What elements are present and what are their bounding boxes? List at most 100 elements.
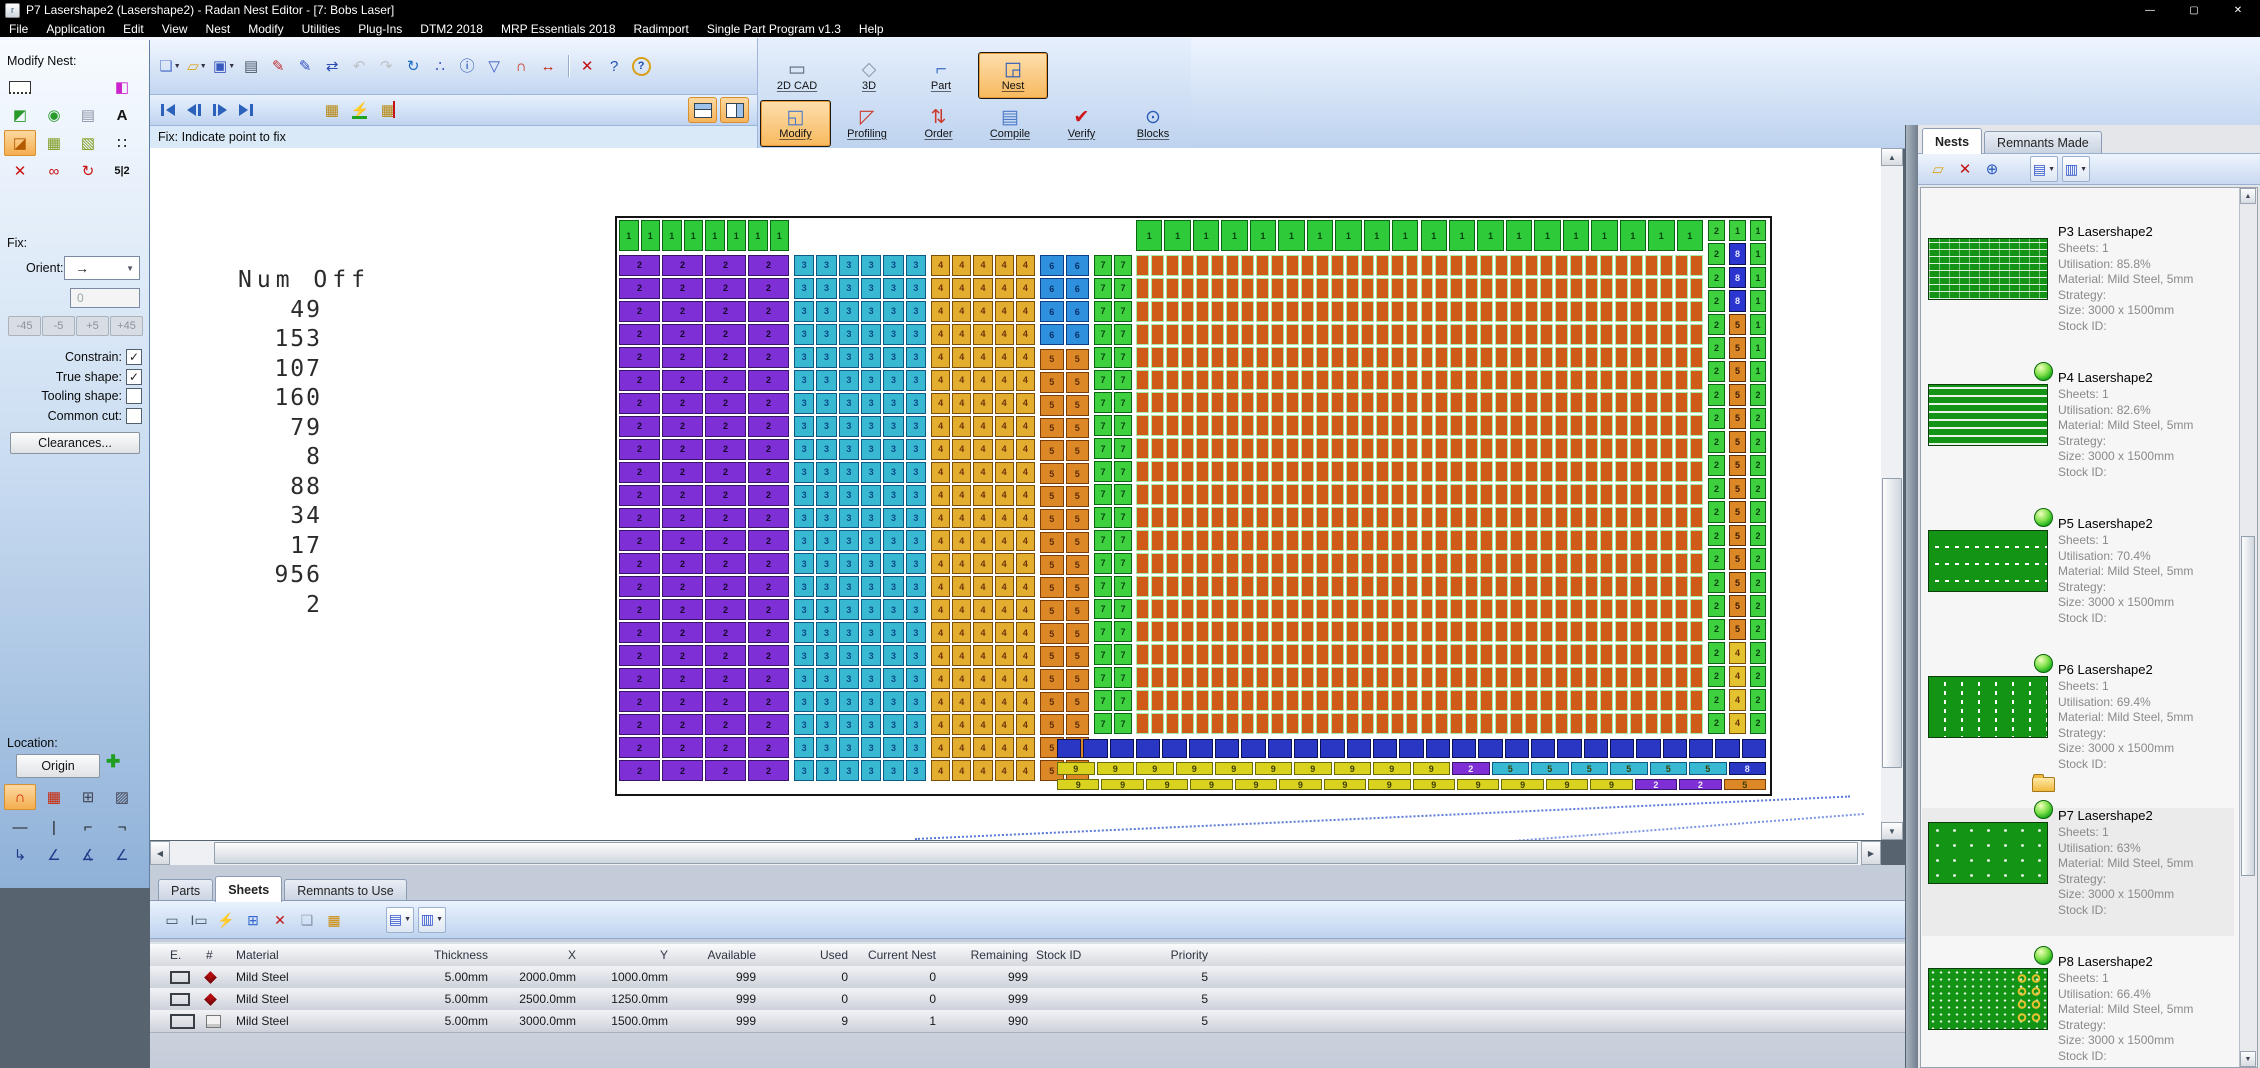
nest-part[interactable] [1256,530,1269,551]
nest-part[interactable] [1585,644,1598,665]
nest-part[interactable]: 4 [973,668,992,689]
nest-part[interactable]: 4 [952,737,971,758]
nest-part[interactable]: 7 [1114,690,1132,711]
nest-part[interactable]: 1 [1221,220,1247,251]
nest-part[interactable] [1406,507,1419,528]
nest-part[interactable] [1555,347,1568,368]
nest-part[interactable] [1450,415,1463,436]
nest-part[interactable] [1570,301,1583,322]
nest-part[interactable] [1495,347,1508,368]
nest-part[interactable]: 2 [619,714,660,735]
nest-part[interactable] [1450,438,1463,459]
nest-part[interactable] [1346,553,1359,574]
nest-part[interactable]: 4 [931,737,950,758]
nest-part[interactable] [1600,438,1613,459]
nest-part[interactable]: 5 [1040,714,1064,735]
nest-part[interactable] [1256,301,1269,322]
nest-part[interactable] [1346,301,1359,322]
nest-part[interactable]: 4 [931,416,950,437]
nest-part[interactable] [1286,667,1299,688]
nests-scroll-thumb[interactable] [2241,536,2255,876]
nest-part[interactable]: 4 [1016,485,1035,506]
select-region-tool[interactable] [4,74,36,100]
nest-part[interactable] [1435,690,1448,711]
delete-sheet-button[interactable]: ✕ [268,907,292,933]
nest-part[interactable] [1196,576,1209,597]
nest-part[interactable]: 9 [1501,779,1543,790]
nest-part[interactable] [1435,576,1448,597]
nest-part[interactable] [1391,370,1404,391]
nest-part[interactable] [1465,301,1478,322]
nest-part[interactable] [1346,507,1359,528]
nest-entry-p8-lasershape2[interactable]: P8 Lasershape2Sheets: 1Utilisation: 66.4… [1922,954,2234,1068]
nest-part[interactable]: 3 [861,278,881,299]
nest-part[interactable] [1301,690,1314,711]
nest-part[interactable]: 3 [883,576,903,597]
nest-part[interactable] [1645,324,1658,345]
nest-part[interactable] [1406,530,1419,551]
nest-part[interactable]: 4 [1016,324,1035,345]
nest-part[interactable] [1271,530,1284,551]
nest-part[interactable] [1480,667,1493,688]
nest-part[interactable] [1600,599,1613,620]
nest-part[interactable]: 1 [1534,220,1560,251]
nest-part[interactable] [1271,301,1284,322]
nest-part[interactable]: 3 [794,508,814,529]
nest-part[interactable] [1406,484,1419,505]
nest-part[interactable]: 1 [1164,220,1190,251]
snap-magnet-icon[interactable]: ∩ [509,53,533,79]
nest-part[interactable] [1421,370,1434,391]
nest-part[interactable] [1136,484,1149,505]
nest-part[interactable] [1301,599,1314,620]
nest-part[interactable] [1376,301,1389,322]
nest-part[interactable] [1510,690,1523,711]
nest-part[interactable] [1346,255,1359,276]
nest-part[interactable]: 2 [619,645,660,666]
nest-part[interactable]: 4 [1016,347,1035,368]
nest-part[interactable]: 4 [952,301,971,322]
copy-part-tool-icon[interactable]: ◉ [38,102,70,128]
nest-part[interactable] [1480,415,1493,436]
nest-part[interactable] [1585,621,1598,642]
nest-part[interactable]: 7 [1094,370,1112,391]
nest-part[interactable] [1450,507,1463,528]
nest-part[interactable]: 2 [662,393,703,414]
nest-part[interactable] [1331,301,1344,322]
nest-part[interactable]: 3 [816,760,836,781]
nest-part[interactable] [1510,324,1523,345]
nest-part[interactable]: 5 [1040,509,1064,530]
nest-part[interactable] [1495,415,1508,436]
tab-remnants-to-use[interactable]: Remnants to Use [284,879,407,902]
nest-part[interactable]: 7 [1114,392,1132,413]
nest-part[interactable] [1271,690,1284,711]
nest-part[interactable]: 5 [1729,361,1746,382]
nest-part[interactable] [1391,461,1404,482]
nest-part[interactable] [1376,461,1389,482]
nest-part[interactable] [1406,370,1419,391]
nest-thumbnail[interactable] [1928,530,2048,592]
view-thumbnails-button[interactable]: ▤▼ [386,907,414,933]
nest-part[interactable] [1151,667,1164,688]
nest-part[interactable] [1226,392,1239,413]
nest-part[interactable]: 3 [794,599,814,620]
nest-part[interactable] [1540,644,1553,665]
nest-part[interactable] [1166,415,1179,436]
nest-part[interactable]: 4 [1016,760,1035,781]
nest-part[interactable]: 2 [1452,762,1490,775]
first-nest-button[interactable] [156,99,180,121]
nest-part[interactable]: 4 [952,760,971,781]
nest-part[interactable] [1742,739,1766,758]
nest-part[interactable] [1600,415,1613,436]
nest-part[interactable] [1181,621,1194,642]
nest-part[interactable] [1166,667,1179,688]
nest-part[interactable] [1256,324,1269,345]
nest-part[interactable]: 3 [816,462,836,483]
nest-part[interactable]: 3 [906,301,926,322]
nest-part[interactable] [1136,599,1149,620]
nest-part[interactable] [1301,530,1314,551]
nest-part[interactable] [1465,530,1478,551]
nest-part[interactable] [1406,438,1419,459]
nest-part[interactable]: 2 [1750,689,1766,710]
nest-part[interactable] [1435,713,1448,734]
nest-part[interactable] [1406,713,1419,734]
